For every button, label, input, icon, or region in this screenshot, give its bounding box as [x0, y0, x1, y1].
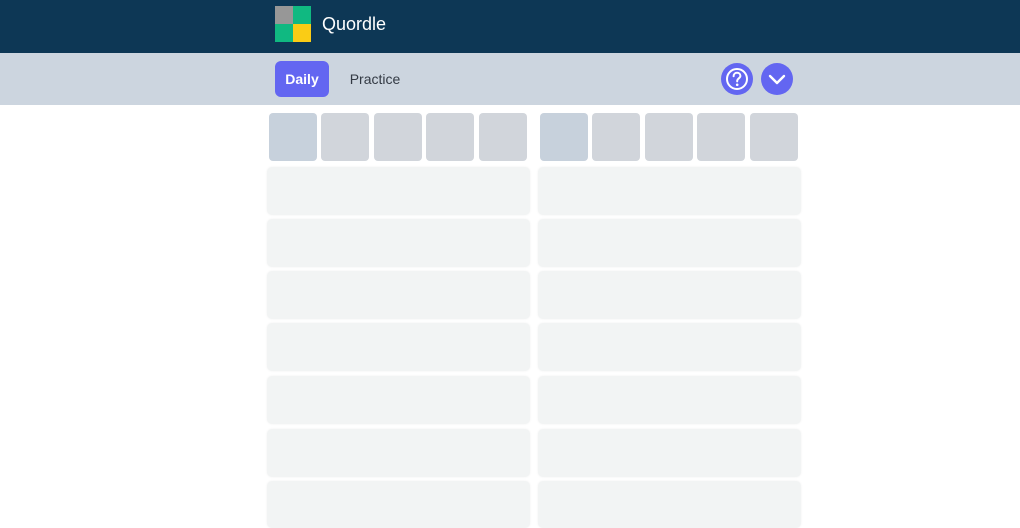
input-tile[interactable] [697, 113, 745, 161]
logo-square-green-top [293, 6, 311, 24]
input-tile[interactable] [479, 113, 527, 161]
input-tile[interactable] [750, 113, 798, 161]
menu-dropdown-button[interactable] [761, 63, 793, 95]
guess-row [538, 271, 801, 319]
tab-daily[interactable]: Daily [275, 61, 329, 97]
input-tile[interactable] [426, 113, 474, 161]
mode-toolbar: Daily Practice [0, 53, 1020, 105]
input-tile[interactable] [645, 113, 693, 161]
guess-row [538, 376, 801, 424]
question-circle-icon [726, 68, 748, 90]
logo-square-green-bottom [275, 24, 293, 42]
guess-row [267, 481, 530, 528]
guess-row [267, 323, 530, 371]
guess-row [538, 429, 801, 477]
guess-row [267, 271, 530, 319]
guess-row [538, 481, 801, 528]
logo-square-gray [275, 6, 293, 24]
tab-practice[interactable]: Practice [337, 61, 413, 97]
guess-row [267, 219, 530, 267]
input-tile[interactable] [592, 113, 640, 161]
guess-row [538, 323, 801, 371]
input-tile[interactable] [321, 113, 369, 161]
game-board-1 [267, 112, 530, 528]
guess-row [267, 376, 530, 424]
quordle-logo[interactable] [275, 6, 311, 42]
guess-row [267, 429, 530, 477]
app-title[interactable]: Quordle [322, 13, 386, 35]
guess-row [538, 219, 801, 267]
guess-row [538, 167, 801, 215]
app-header: Quordle [0, 0, 1020, 53]
input-tile[interactable] [540, 113, 588, 161]
game-board-2 [538, 112, 801, 528]
logo-square-yellow [293, 24, 311, 42]
guess-row [267, 167, 530, 215]
help-button[interactable] [721, 63, 753, 95]
input-tile[interactable] [269, 113, 317, 161]
chevron-down-icon [768, 74, 786, 85]
input-tile[interactable] [374, 113, 422, 161]
